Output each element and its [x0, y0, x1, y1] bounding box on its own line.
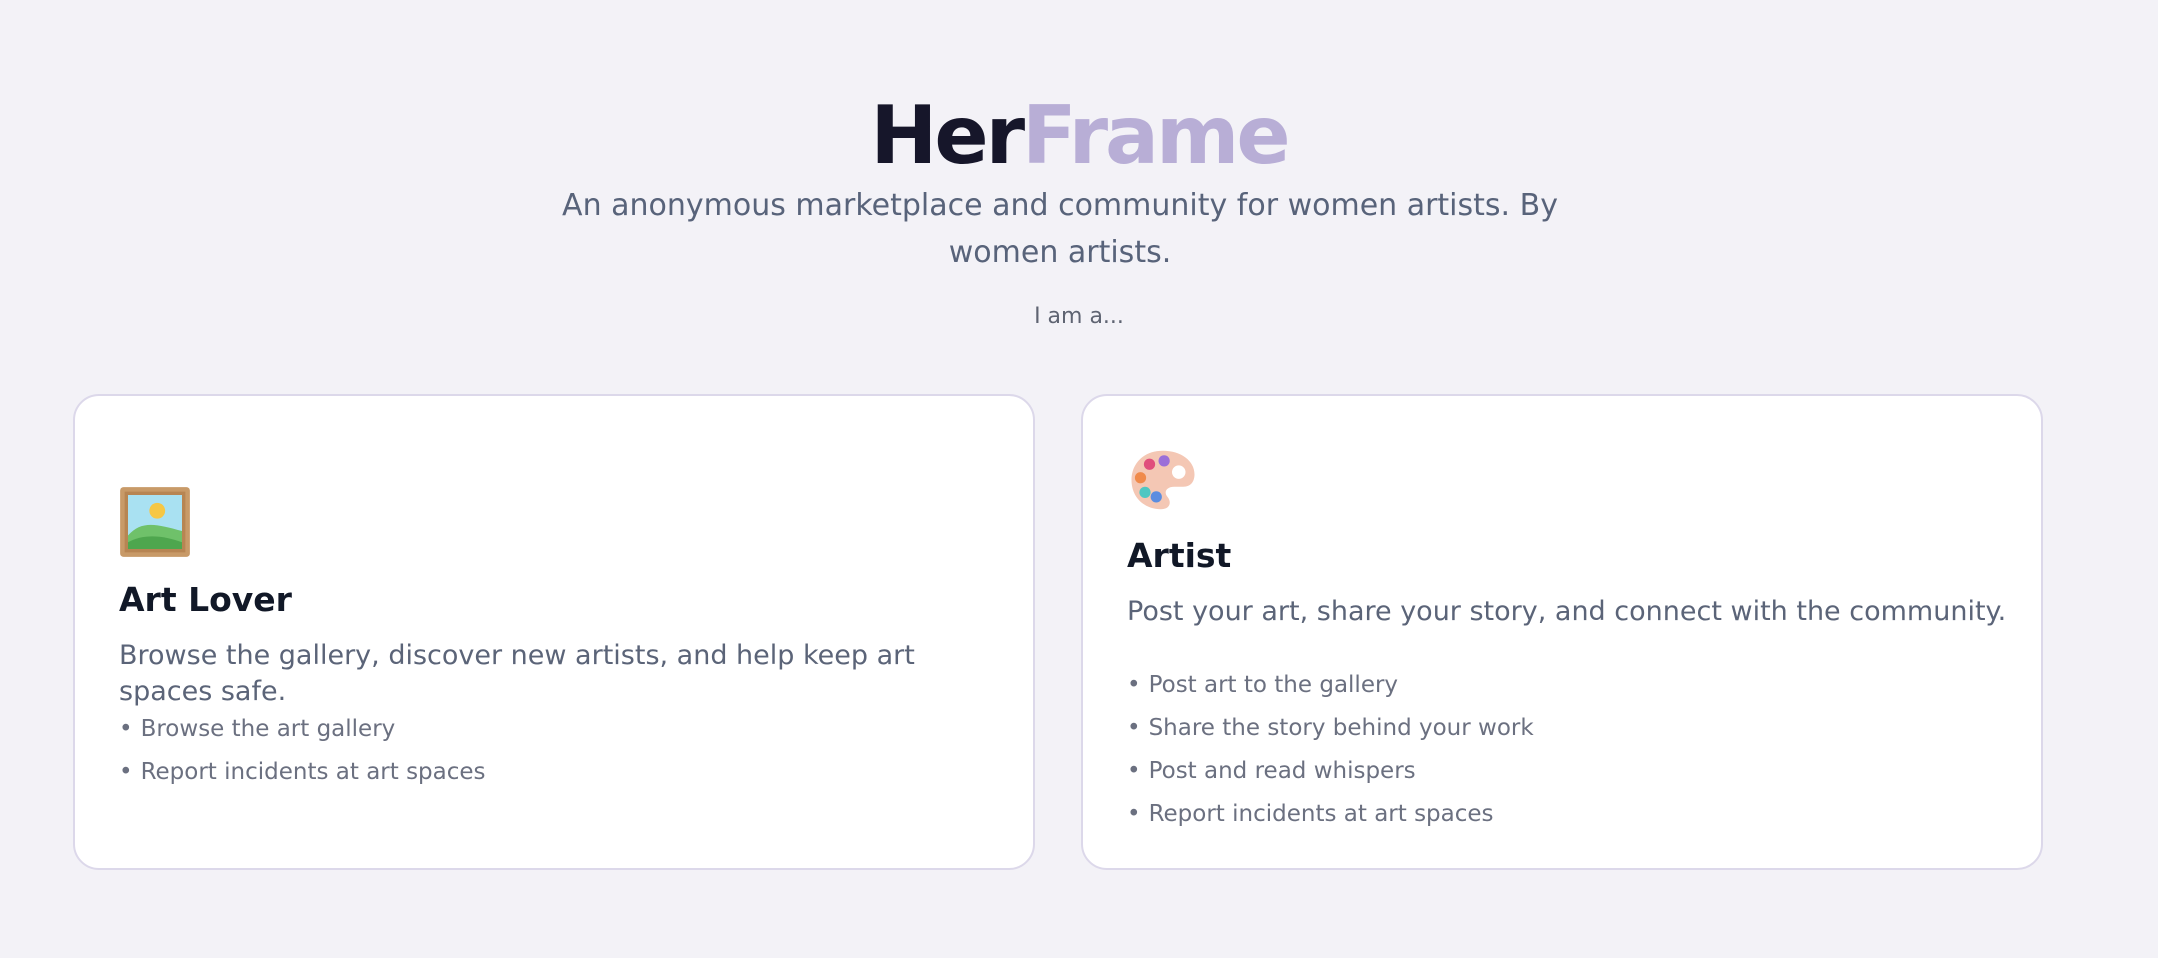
feature-item: Browse the art gallery [119, 708, 486, 751]
artist-title: Artist [1127, 536, 1232, 575]
tagline: An anonymous marketplace and community f… [562, 188, 1558, 270]
app-logo: HerFrame [0, 86, 2158, 186]
art-lover-feature-list: Browse the art gallery Report incidents … [119, 708, 486, 794]
artist-feature-list: Post art to the gallery Share the story … [1127, 664, 1534, 836]
logo-frame: Frame [1022, 88, 1291, 182]
artist-description: Post your art, share your story, and con… [1127, 596, 2007, 627]
feature-item: Share the story behind your work [1127, 707, 1534, 750]
art-lover-description: Browse the gallery, discover new artists… [119, 640, 915, 707]
feature-item: Post and read whispers [1127, 750, 1534, 793]
framed-picture-icon [119, 486, 191, 558]
feature-item: Post art to the gallery [1127, 664, 1534, 707]
art-lover-title: Art Lover [119, 580, 292, 619]
feature-item: Report incidents at art spaces [1127, 793, 1534, 836]
art-lover-card[interactable]: Art Lover Browse the gallery, discover n… [73, 394, 1035, 870]
artist-card[interactable]: Artist Post your art, share your story, … [1081, 394, 2043, 870]
role-prompt: I am a... [1034, 304, 1124, 329]
artist-palette-icon [1127, 444, 1199, 516]
logo-her: Her [870, 88, 1025, 182]
feature-item: Report incidents at art spaces [119, 751, 486, 794]
